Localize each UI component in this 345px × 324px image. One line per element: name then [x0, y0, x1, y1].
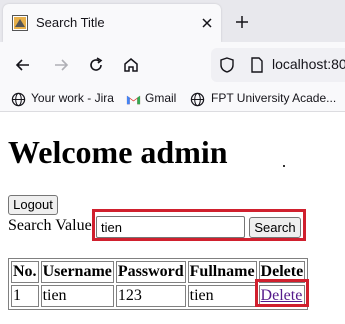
- new-tab-icon[interactable]: [234, 14, 250, 30]
- bookmark-gmail[interactable]: Gmail: [145, 91, 176, 105]
- tab-title: Search Title: [36, 15, 105, 30]
- bookmark-jira[interactable]: Your work - Jira: [31, 91, 114, 105]
- browser-tab[interactable]: Search Title: [3, 4, 221, 42]
- search-label: Search Value: [8, 217, 92, 234]
- url-text[interactable]: localhost:80: [272, 56, 345, 72]
- header-username: Username: [40, 261, 114, 283]
- forward-arrow-icon[interactable]: [52, 56, 70, 74]
- header-fullname: Fullname: [187, 261, 257, 283]
- close-tab-icon[interactable]: [200, 16, 214, 30]
- cell-username: tien: [40, 285, 114, 307]
- cell-fullname: tien: [187, 285, 257, 307]
- back-arrow-icon[interactable]: [14, 56, 32, 74]
- cell-no: 1: [11, 285, 39, 307]
- shield-icon[interactable]: [218, 56, 236, 74]
- globe-icon: [190, 92, 205, 107]
- search-button[interactable]: Search: [249, 217, 301, 238]
- header-password: Password: [115, 261, 186, 283]
- reload-icon[interactable]: [87, 56, 105, 74]
- gmail-icon: [126, 95, 141, 105]
- globe-icon: [11, 92, 26, 107]
- page-favicon-icon: [12, 15, 28, 31]
- bookmark-fpt-university[interactable]: FPT University Acade...: [211, 91, 336, 105]
- delete-highlight-box: [255, 279, 309, 307]
- page-heading: Welcome admin: [8, 134, 228, 170]
- stray-dot: [283, 165, 285, 167]
- page-info-icon[interactable]: [248, 56, 266, 74]
- logout-button[interactable]: Logout: [8, 195, 58, 215]
- home-icon[interactable]: [122, 56, 140, 74]
- search-input[interactable]: [96, 216, 245, 238]
- cell-password: 123: [115, 285, 186, 307]
- tab-strip: Search Title: [0, 0, 345, 42]
- header-no: No.: [11, 261, 39, 283]
